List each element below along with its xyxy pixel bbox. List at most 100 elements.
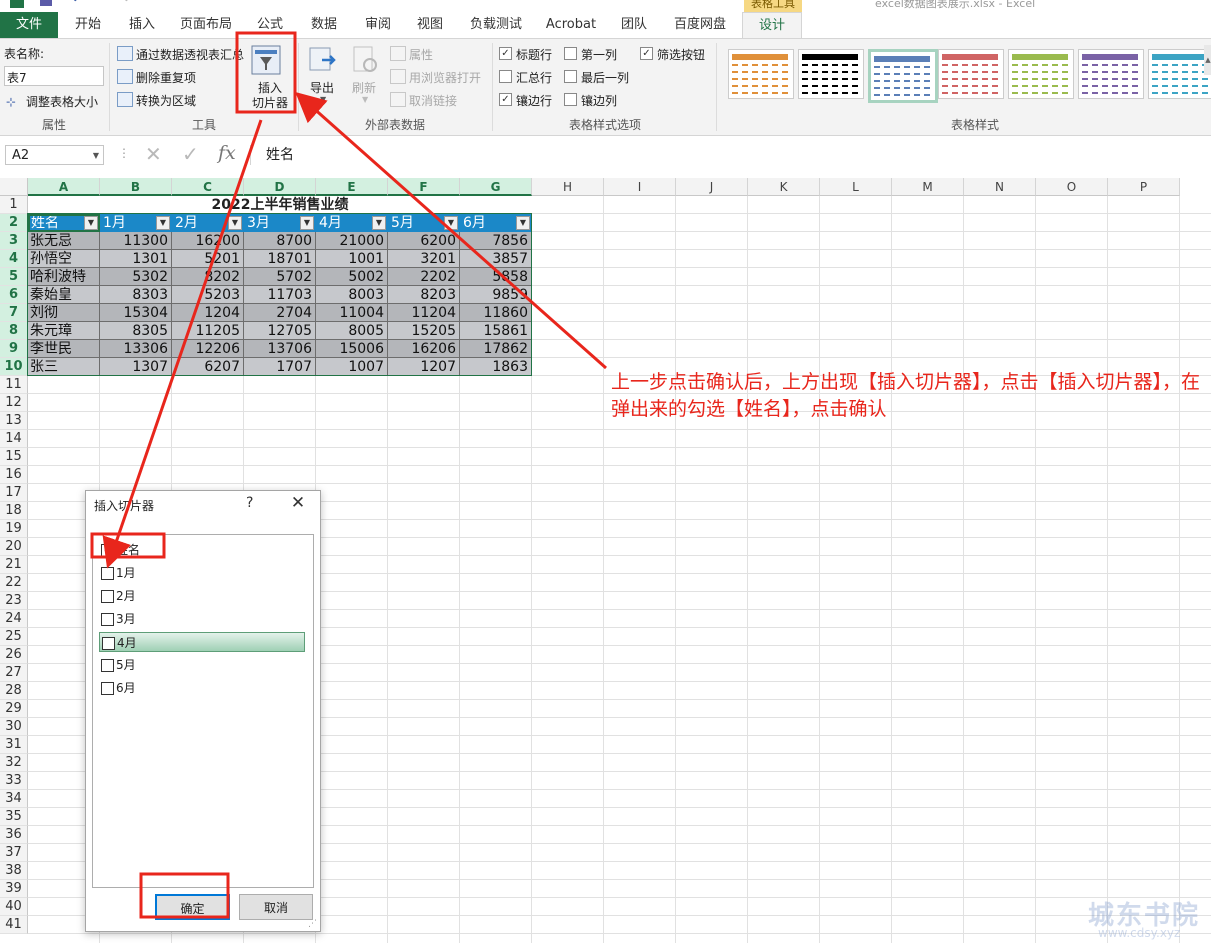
sales-cell[interactable]: 8202 [172, 268, 244, 286]
row-header-2[interactable]: 2 [0, 214, 28, 232]
column-header-l[interactable]: L [820, 178, 892, 196]
row-header-29[interactable]: 29 [0, 700, 28, 718]
sales-cell[interactable]: 3201 [388, 250, 460, 268]
column-header-p[interactable]: P [1108, 178, 1180, 196]
name-cell[interactable]: 张无忌 [28, 232, 100, 250]
tab-acrobat[interactable]: Acrobat [540, 12, 602, 38]
sales-cell[interactable]: 1707 [244, 358, 316, 376]
sales-cell[interactable]: 1204 [172, 304, 244, 322]
sales-cell[interactable]: 1001 [316, 250, 388, 268]
tab-team[interactable]: 团队 [608, 12, 660, 38]
column-header-n[interactable]: N [964, 178, 1036, 196]
convert-to-range-button[interactable]: 转换为区域 [117, 91, 217, 109]
slicer-field-option[interactable]: 1月 [99, 563, 305, 583]
last-column-checkbox[interactable]: 最后一列 [564, 69, 634, 85]
sales-cell[interactable]: 12206 [172, 340, 244, 358]
sales-cell[interactable]: 8005 [316, 322, 388, 340]
sales-cell[interactable]: 5002 [316, 268, 388, 286]
formula-input[interactable]: 姓名 [250, 145, 1211, 165]
tab-formulas[interactable]: 公式 [244, 12, 296, 38]
sales-cell[interactable]: 5702 [244, 268, 316, 286]
table-style-option[interactable] [868, 49, 938, 103]
row-header-11[interactable]: 11 [0, 376, 28, 394]
sales-cell[interactable]: 2202 [388, 268, 460, 286]
sales-cell[interactable]: 15006 [316, 340, 388, 358]
row-header-25[interactable]: 25 [0, 628, 28, 646]
select-all-corner[interactable] [0, 178, 28, 196]
sales-cell[interactable]: 8003 [316, 286, 388, 304]
checkbox-box[interactable] [101, 567, 114, 580]
sales-cell[interactable]: 18701 [244, 250, 316, 268]
header-row-checkbox[interactable]: ✓ 标题行 [499, 46, 559, 62]
total-row-checkbox[interactable]: 汇总行 [499, 69, 559, 85]
sales-cell[interactable]: 21000 [316, 232, 388, 250]
sales-cell[interactable]: 5858 [460, 268, 532, 286]
export-button[interactable]: 导出 ▼ [306, 45, 340, 111]
table-style-option[interactable] [728, 49, 794, 99]
sales-cell[interactable]: 15304 [100, 304, 172, 322]
row-header-8[interactable]: 8 [0, 322, 28, 340]
enter-icon[interactable]: ✓ [182, 142, 199, 166]
table-style-option[interactable] [798, 49, 864, 99]
row-header-31[interactable]: 31 [0, 736, 28, 754]
checkbox-box[interactable] [101, 682, 114, 695]
slicer-field-option[interactable]: ✓ 姓名 [99, 540, 305, 560]
cancel-icon[interactable]: ✕ [145, 142, 162, 166]
table-header-cell[interactable]: 姓名 ▼ [28, 214, 100, 232]
row-header-1[interactable]: 1 [0, 196, 28, 214]
filter-dropdown-icon[interactable]: ▼ [228, 216, 242, 230]
row-header-21[interactable]: 21 [0, 556, 28, 574]
filter-dropdown-icon[interactable]: ▼ [372, 216, 386, 230]
column-header-m[interactable]: M [892, 178, 964, 196]
row-header-17[interactable]: 17 [0, 484, 28, 502]
checkbox-box[interactable] [101, 613, 114, 626]
sales-cell[interactable]: 8203 [388, 286, 460, 304]
tab-review[interactable]: 审阅 [352, 12, 404, 38]
sales-cell[interactable]: 1007 [316, 358, 388, 376]
sales-cell[interactable]: 5203 [172, 286, 244, 304]
sales-cell[interactable]: 11703 [244, 286, 316, 304]
row-header-19[interactable]: 19 [0, 520, 28, 538]
sales-cell[interactable]: 15205 [388, 322, 460, 340]
row-header-33[interactable]: 33 [0, 772, 28, 790]
sales-cell[interactable]: 11004 [316, 304, 388, 322]
sales-cell[interactable]: 1863 [460, 358, 532, 376]
row-header-37[interactable]: 37 [0, 844, 28, 862]
ok-button[interactable]: 确定 [155, 894, 230, 920]
table-style-option[interactable] [1008, 49, 1074, 99]
column-header-i[interactable]: I [604, 178, 676, 196]
tab-baidu-netdisk[interactable]: 百度网盘 [664, 12, 736, 38]
table-name-input[interactable]: 表7 [4, 66, 104, 86]
row-header-28[interactable]: 28 [0, 682, 28, 700]
filter-dropdown-icon[interactable]: ▼ [84, 216, 98, 230]
help-button[interactable]: ? [246, 495, 253, 511]
filter-button-checkbox[interactable]: ✓ 筛选按钮 [640, 46, 710, 62]
sales-cell[interactable]: 6207 [172, 358, 244, 376]
checkbox-box[interactable] [102, 637, 115, 650]
row-header-20[interactable]: 20 [0, 538, 28, 556]
column-header-e[interactable]: E [316, 178, 388, 196]
row-header-24[interactable]: 24 [0, 610, 28, 628]
tab-insert[interactable]: 插入 [116, 12, 168, 38]
row-header-23[interactable]: 23 [0, 592, 28, 610]
column-header-h[interactable]: H [532, 178, 604, 196]
sales-cell[interactable]: 11204 [388, 304, 460, 322]
slicer-field-option[interactable]: 6月 [99, 678, 305, 698]
column-header-b[interactable]: B [100, 178, 172, 196]
banded-columns-checkbox[interactable]: 镶边列 [564, 92, 624, 108]
filter-dropdown-icon[interactable]: ▼ [300, 216, 314, 230]
tab-data[interactable]: 数据 [298, 12, 350, 38]
row-header-13[interactable]: 13 [0, 412, 28, 430]
sales-cell[interactable]: 9859 [460, 286, 532, 304]
row-header-30[interactable]: 30 [0, 718, 28, 736]
name-cell[interactable]: 刘彻 [28, 304, 100, 322]
filter-dropdown-icon[interactable]: ▼ [516, 216, 530, 230]
table-header-cell[interactable]: 4月 ▼ [316, 214, 388, 232]
table-header-cell[interactable]: 1月 ▼ [100, 214, 172, 232]
sales-cell[interactable]: 8700 [244, 232, 316, 250]
name-cell[interactable]: 张三 [28, 358, 100, 376]
slicer-field-option[interactable]: 3月 [99, 609, 305, 629]
sales-cell[interactable]: 13706 [244, 340, 316, 358]
tab-home[interactable]: 开始 [62, 12, 114, 38]
row-header-14[interactable]: 14 [0, 430, 28, 448]
